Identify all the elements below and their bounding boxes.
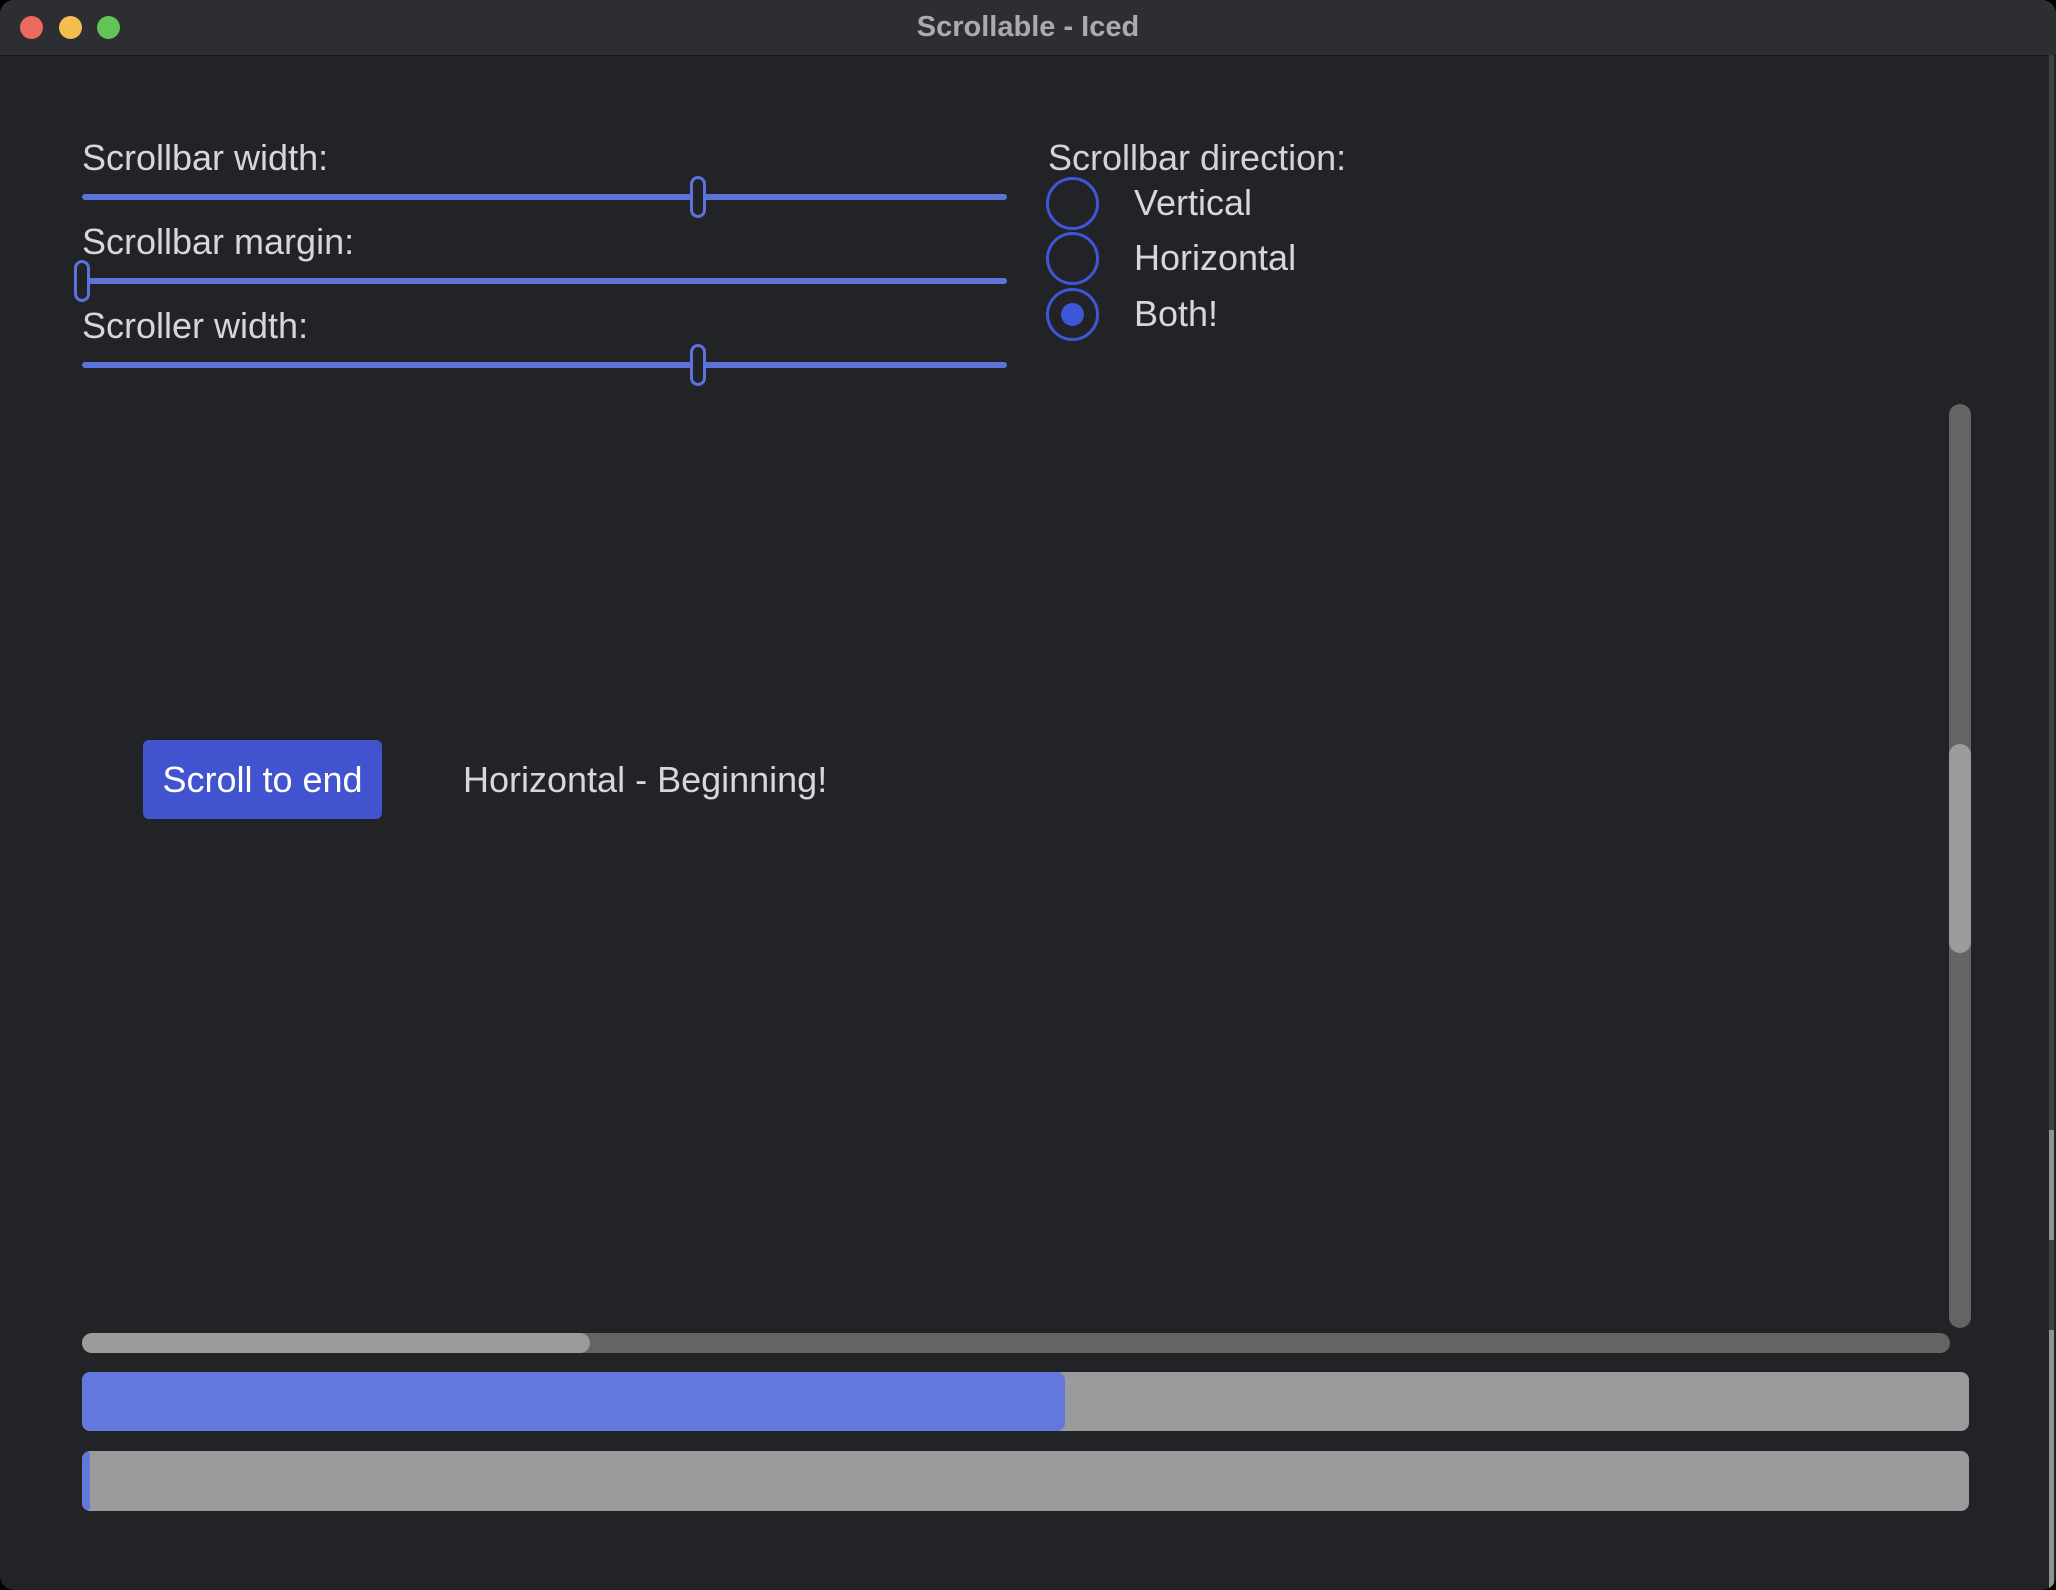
horizontal-scroller-thumb[interactable]: [82, 1333, 590, 1353]
radio-label[interactable]: Horizontal: [1134, 236, 1296, 280]
progress-fill: [82, 1372, 1065, 1431]
slider-rail[interactable]: [82, 194, 1007, 200]
radio-vertical[interactable]: Vertical: [1046, 177, 1466, 230]
slider-handle[interactable]: [690, 344, 706, 386]
slider-rail[interactable]: [82, 278, 1007, 284]
radio-horizontal[interactable]: Horizontal: [1046, 232, 1466, 285]
scroll-status-text: Horizontal - Beginning!: [463, 758, 827, 802]
app-window: Scrollable - Iced Scrollbar width: Scrol…: [0, 0, 2056, 1590]
slider-handle[interactable]: [690, 176, 706, 218]
window-right-edge: [2049, 55, 2054, 1590]
progress-fill: [82, 1451, 90, 1511]
scrollbar-margin-slider[interactable]: [82, 260, 1007, 302]
radio-label[interactable]: Both!: [1134, 292, 1218, 336]
slider-handle[interactable]: [74, 260, 90, 302]
scrollbar-margin-label: Scrollbar margin:: [82, 220, 354, 264]
scrollbar-width-label: Scrollbar width:: [82, 136, 328, 180]
radio-circle-icon[interactable]: [1046, 232, 1099, 285]
scrollbar-width-slider[interactable]: [82, 176, 1007, 218]
radio-circle-icon[interactable]: [1046, 177, 1099, 230]
vertical-scrollbar[interactable]: [1949, 404, 1971, 1328]
window-title: Scrollable - Iced: [0, 0, 2056, 55]
radio-circle-icon[interactable]: [1046, 288, 1099, 341]
scroll-to-end-button[interactable]: Scroll to end: [143, 740, 382, 819]
radio-label[interactable]: Vertical: [1134, 181, 1252, 225]
horizontal-scrollbar[interactable]: [82, 1333, 1950, 1353]
radio-both[interactable]: Both!: [1046, 288, 1466, 341]
scroller-width-label: Scroller width:: [82, 304, 308, 348]
radio-dot-icon: [1061, 303, 1084, 326]
edge-highlight: [2049, 1330, 2054, 1590]
horizontal-progress-bar: [82, 1372, 1969, 1431]
vertical-progress-bar: [82, 1451, 1969, 1511]
slider-rail[interactable]: [82, 362, 1007, 368]
titlebar[interactable]: Scrollable - Iced: [0, 0, 2056, 56]
scrollbar-direction-title: Scrollbar direction:: [1048, 136, 1346, 180]
edge-highlight: [2049, 1130, 2054, 1240]
vertical-scroller-thumb[interactable]: [1949, 744, 1971, 953]
scroller-width-slider[interactable]: [82, 344, 1007, 386]
